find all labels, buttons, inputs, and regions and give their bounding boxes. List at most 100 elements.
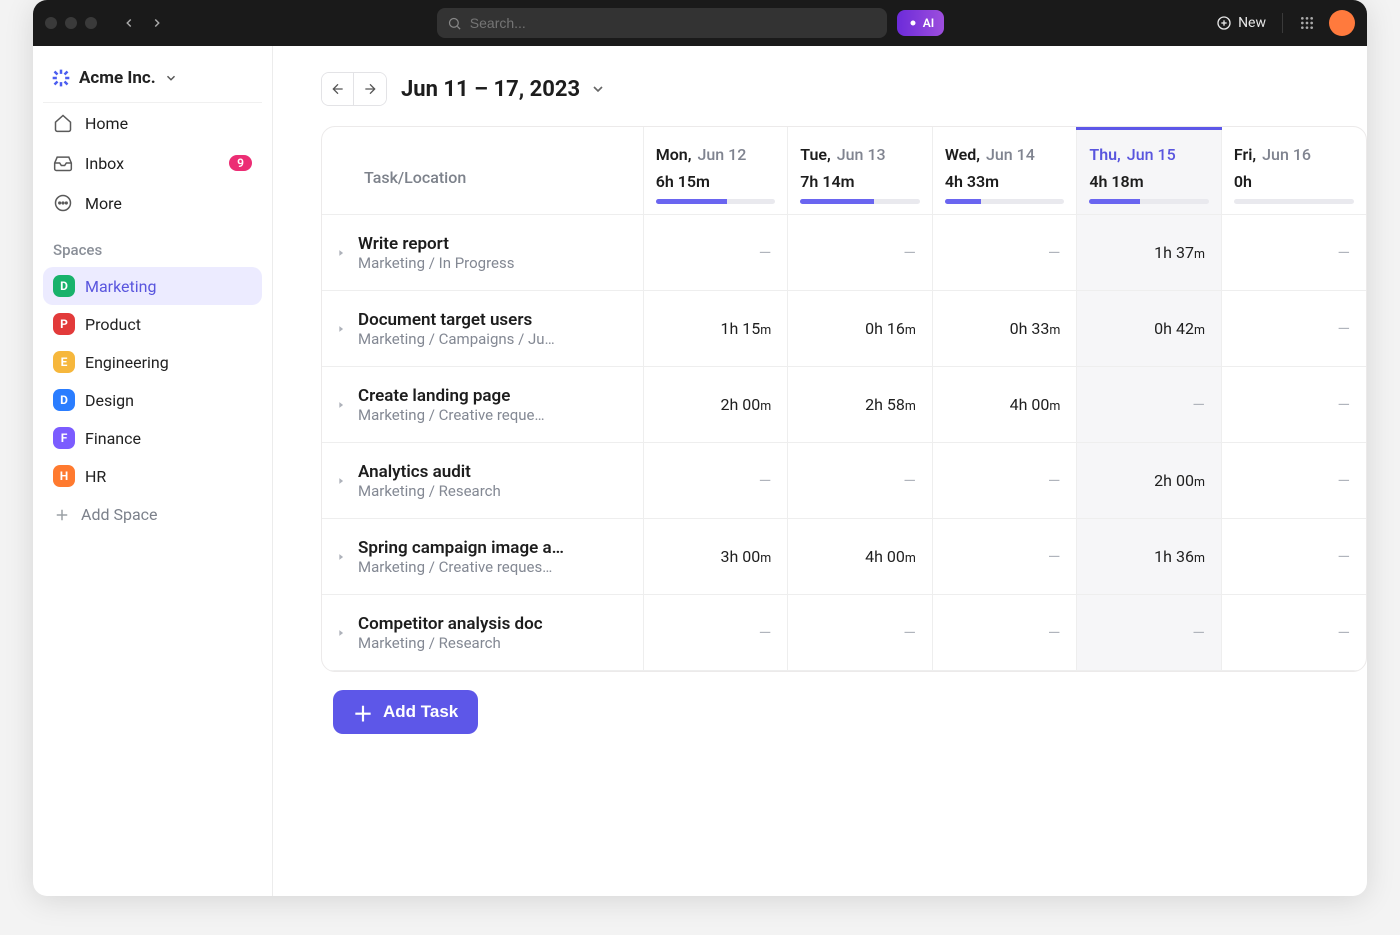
prev-week-button[interactable]	[322, 73, 354, 105]
task-cell[interactable]: Analytics audit Marketing / Research	[322, 443, 643, 518]
empty-dash: —	[903, 243, 916, 262]
nav-label: Inbox	[85, 154, 124, 173]
apps-grid-button[interactable]	[1293, 9, 1321, 37]
time-cell[interactable]: 0h 42m	[1077, 291, 1222, 367]
space-item-design[interactable]: DDesign	[43, 381, 262, 419]
traffic-light-min[interactable]	[65, 17, 77, 29]
expand-toggle[interactable]	[332, 548, 350, 566]
time-cell[interactable]: —	[1221, 595, 1366, 671]
time-cell[interactable]: —	[932, 443, 1077, 519]
task-cell[interactable]: Competitor analysis doc Marketing / Rese…	[322, 595, 643, 670]
column-header-day[interactable]: Tue, Jun 137h 14m	[788, 127, 933, 215]
day-total: 4h 18m	[1089, 172, 1209, 191]
time-cell[interactable]: —	[1221, 215, 1366, 291]
nav-home[interactable]: Home	[43, 103, 262, 143]
task-cell[interactable]: Write report Marketing / In Progress	[322, 215, 643, 290]
date-range-picker[interactable]: Jun 11 – 17, 2023	[401, 77, 606, 102]
time-cell[interactable]: —	[1221, 519, 1366, 595]
space-item-product[interactable]: PProduct	[43, 305, 262, 343]
column-header-day[interactable]: Fri, Jun 160h	[1221, 127, 1366, 215]
time-cell[interactable]: 2h 00m	[643, 367, 788, 443]
day-total: 7h 14m	[800, 172, 920, 191]
time-cell[interactable]: —	[1221, 443, 1366, 519]
plus-icon: ＋	[353, 698, 373, 727]
workspace-switcher[interactable]: Acme Inc.	[43, 58, 262, 103]
task-cell[interactable]: Create landing page Marketing / Creative…	[322, 367, 643, 442]
new-button[interactable]: New	[1210, 11, 1272, 35]
time-cell[interactable]: —	[643, 443, 788, 519]
next-week-button[interactable]	[354, 73, 386, 105]
nav-inbox[interactable]: Inbox 9	[43, 143, 262, 183]
time-cell[interactable]: 0h 16m	[788, 291, 933, 367]
time-value: 1h 37m	[1154, 243, 1205, 262]
day-date: Jun 13	[837, 145, 886, 164]
chevron-down-icon	[590, 81, 606, 97]
chevron-left-icon	[122, 16, 136, 30]
expand-toggle[interactable]	[332, 472, 350, 490]
history-forward-button[interactable]	[143, 9, 171, 37]
task-row: Competitor analysis doc Marketing / Rese…	[322, 595, 1366, 671]
time-cell[interactable]: —	[643, 215, 788, 291]
history-back-button[interactable]	[115, 9, 143, 37]
time-cell[interactable]: 1h 36m	[1077, 519, 1222, 595]
traffic-light-close[interactable]	[45, 17, 57, 29]
space-item-finance[interactable]: F Finance	[43, 419, 262, 457]
space-name: Finance	[85, 429, 141, 448]
space-color-badge: F	[53, 427, 75, 449]
time-cell[interactable]: —	[932, 595, 1077, 671]
expand-toggle[interactable]	[332, 624, 350, 642]
column-header-day[interactable]: Wed, Jun 144h 33m	[932, 127, 1077, 215]
task-cell[interactable]: Document target users Marketing / Campai…	[322, 291, 643, 366]
day-progress	[1234, 199, 1354, 204]
traffic-light-max[interactable]	[85, 17, 97, 29]
time-cell[interactable]: 1h 37m	[1077, 215, 1222, 291]
date-toolbar: Jun 11 – 17, 2023	[273, 72, 1367, 126]
time-cell[interactable]: —	[788, 215, 933, 291]
time-cell[interactable]: —	[788, 595, 933, 671]
column-header-day[interactable]: Mon, Jun 126h 15m	[643, 127, 788, 215]
column-header-day[interactable]: Thu, Jun 154h 18m	[1077, 127, 1222, 215]
time-cell[interactable]: —	[1221, 291, 1366, 367]
add-task-button[interactable]: ＋ Add Task	[333, 690, 478, 734]
user-avatar[interactable]	[1329, 10, 1355, 36]
task-cell[interactable]: Spring campaign image a… Marketing / Cre…	[322, 519, 643, 594]
time-cell[interactable]: 0h 33m	[932, 291, 1077, 367]
empty-dash: —	[1048, 243, 1061, 262]
nav-more[interactable]: More	[43, 183, 262, 223]
time-cell[interactable]: —	[1077, 595, 1222, 671]
space-item-marketing[interactable]: DMarketing	[43, 267, 262, 305]
space-item-hr[interactable]: HHR	[43, 457, 262, 495]
expand-toggle[interactable]	[332, 320, 350, 338]
day-total: 6h 15m	[656, 172, 776, 191]
ai-button[interactable]: AI	[897, 10, 944, 36]
time-cell[interactable]: —	[643, 595, 788, 671]
search-input[interactable]	[470, 15, 877, 31]
time-cell[interactable]: 4h 00m	[788, 519, 933, 595]
sidebar: Acme Inc. Home Inbox 9 More Spaces DMark…	[33, 46, 273, 896]
task-location: Marketing / Campaigns / Ju…	[358, 330, 555, 348]
time-value: 0h 42m	[1154, 319, 1205, 338]
column-header-task: Task/Location	[322, 127, 643, 215]
time-cell[interactable]: 3h 00m	[643, 519, 788, 595]
expand-toggle[interactable]	[332, 244, 350, 262]
new-label: New	[1238, 15, 1266, 31]
time-cell[interactable]: —	[788, 443, 933, 519]
time-value: 0h 16m	[865, 319, 916, 338]
day-date: Jun 16	[1262, 145, 1311, 164]
add-space-button[interactable]: Add Space	[43, 495, 262, 534]
time-cell[interactable]: 1h 15m	[643, 291, 788, 367]
expand-toggle[interactable]	[332, 396, 350, 414]
space-name: Design	[85, 391, 134, 410]
time-cell[interactable]: —	[1077, 367, 1222, 443]
space-item-engineering[interactable]: EEngineering	[43, 343, 262, 381]
time-cell[interactable]: 2h 00m	[1077, 443, 1222, 519]
time-cell[interactable]: —	[932, 519, 1077, 595]
time-cell[interactable]: 2h 58m	[788, 367, 933, 443]
triangle-right-icon	[336, 400, 346, 410]
time-cell[interactable]: 4h 00m	[932, 367, 1077, 443]
inbox-badge: 9	[229, 155, 252, 171]
time-cell[interactable]: —	[932, 215, 1077, 291]
global-search[interactable]	[437, 8, 887, 38]
time-cell[interactable]: —	[1221, 367, 1366, 443]
window-controls[interactable]	[45, 17, 97, 29]
